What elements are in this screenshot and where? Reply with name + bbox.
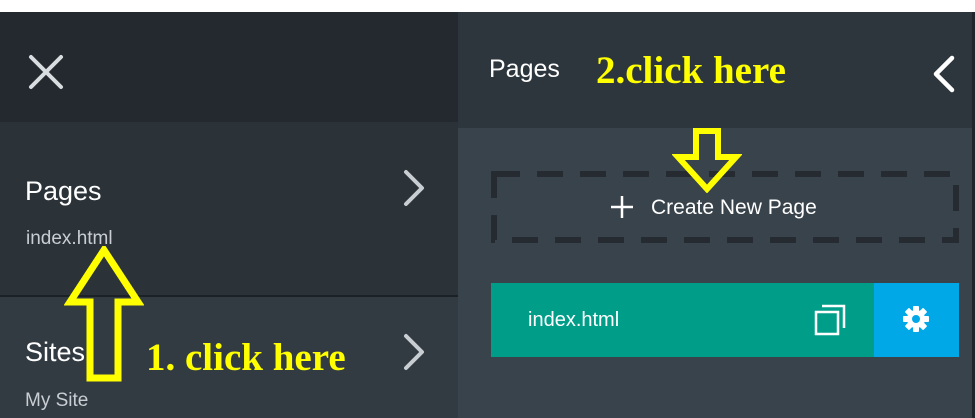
chevron-left-icon[interactable] [930,54,960,94]
sidebar-item-pages-label: Pages [25,176,102,206]
create-new-page-label: Create New Page [651,196,817,219]
chevron-right-icon[interactable] [398,168,430,208]
annotation-step-1: 1. click here [146,336,346,379]
sidebar-item-sites-sublabel: My Site [25,390,89,411]
chevron-right-icon[interactable] [398,332,430,372]
sidebar-header [0,12,458,122]
page-list-item-label: index.html [528,309,620,331]
annotation-step-2: 2.click here [596,49,786,92]
arrow-down-annotation-icon [672,128,742,193]
close-icon[interactable] [28,54,64,90]
plus-icon [611,196,633,218]
gear-icon [903,306,929,332]
duplicate-icon[interactable] [812,302,848,338]
arrow-up-annotation-icon [64,246,144,382]
pages-panel-title: Pages [489,55,560,83]
